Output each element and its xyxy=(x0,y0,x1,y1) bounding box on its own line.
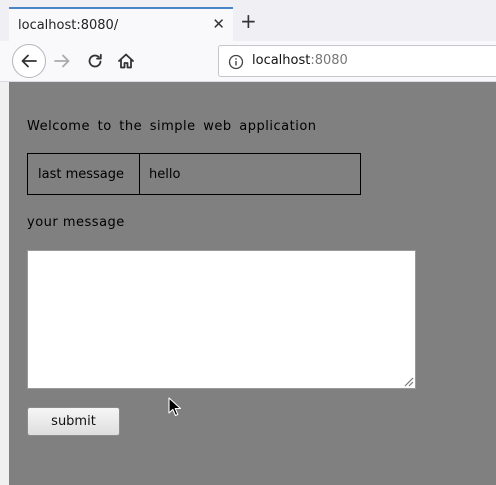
forward-button[interactable] xyxy=(45,44,79,78)
welcome-heading: Welcome to the simple web application xyxy=(27,119,317,134)
reload-button[interactable] xyxy=(78,44,112,78)
last-message-value: hello xyxy=(149,166,181,182)
url-bar[interactable]: localhost:8080 xyxy=(218,45,496,77)
mouse-cursor-icon xyxy=(168,397,182,417)
url-port: :8080 xyxy=(310,53,348,68)
back-button[interactable] xyxy=(12,44,46,78)
reload-icon xyxy=(88,53,102,68)
home-icon xyxy=(118,53,134,69)
browser-tab[interactable]: localhost:8080/ ✕ xyxy=(9,7,233,41)
message-textarea[interactable] xyxy=(27,250,416,389)
page-content: Welcome to the simple web application la… xyxy=(9,82,496,485)
submit-button[interactable]: submit xyxy=(27,407,120,436)
last-message-label: last message xyxy=(28,154,140,194)
plus-icon[interactable]: + xyxy=(240,11,257,31)
info-icon[interactable] xyxy=(228,54,244,70)
tab-title: localhost:8080/ xyxy=(18,18,119,33)
forward-arrow-icon xyxy=(54,54,70,68)
tab-bar: localhost:8080/ ✕ + xyxy=(0,0,496,41)
url-text[interactable]: localhost:8080 xyxy=(252,53,348,68)
navigation-toolbar: localhost:8080 xyxy=(0,41,496,82)
your-message-label: your message xyxy=(27,215,125,230)
close-icon[interactable]: ✕ xyxy=(212,16,225,32)
resize-grip-icon[interactable] xyxy=(402,375,414,387)
last-message-table: last message hello xyxy=(27,153,361,195)
url-host: localhost xyxy=(252,53,311,68)
home-button[interactable] xyxy=(109,44,143,78)
back-arrow-icon xyxy=(21,54,37,68)
